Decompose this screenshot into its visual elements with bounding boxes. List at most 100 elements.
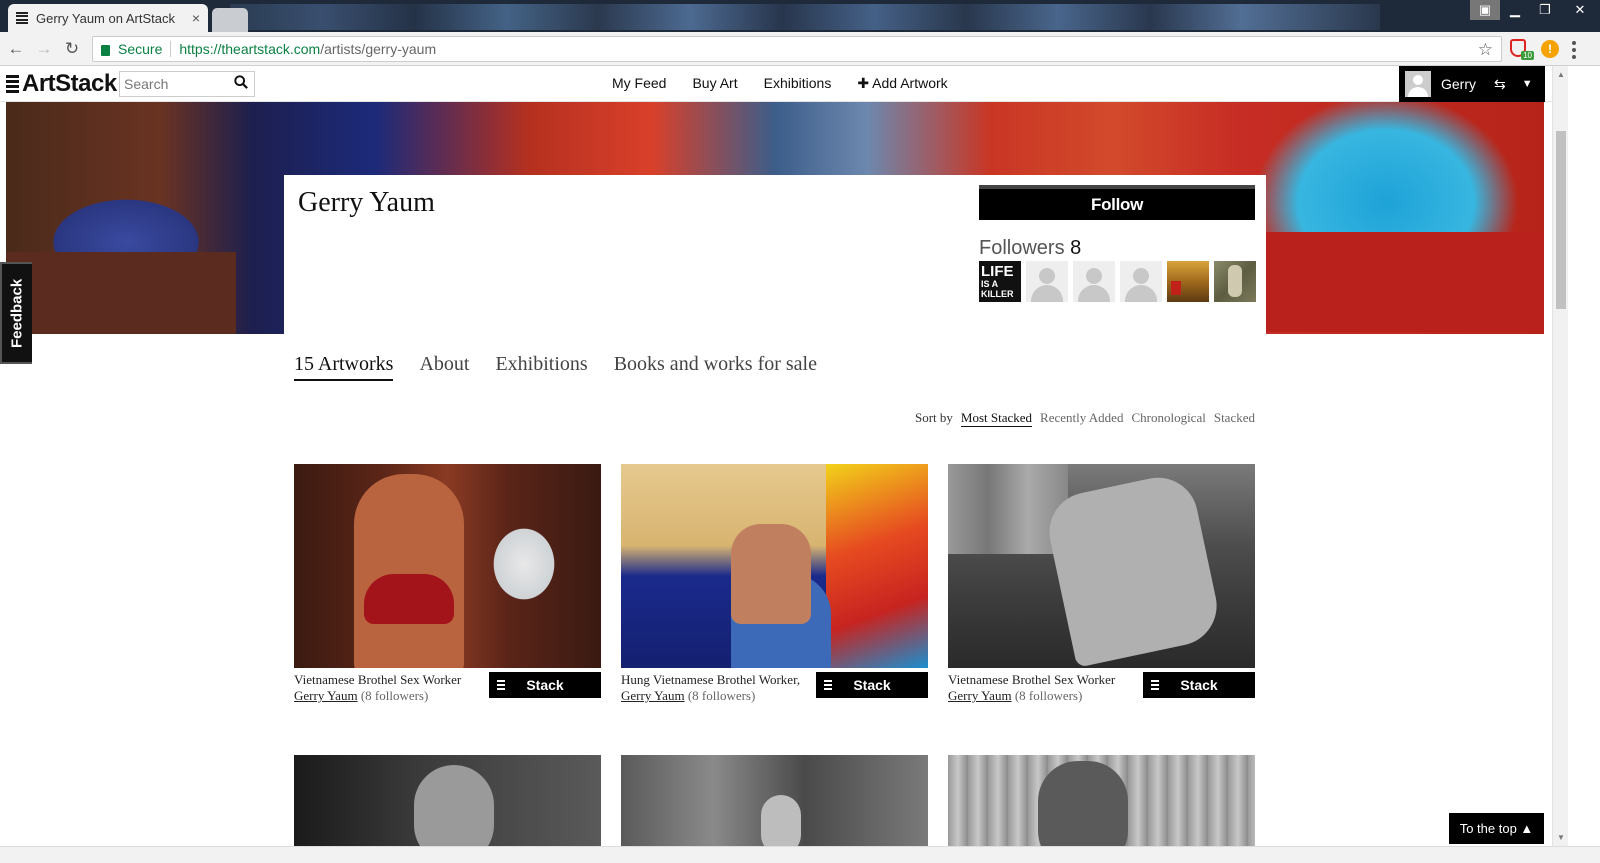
tab-books[interactable]: Books and works for sale: [614, 353, 817, 381]
follow-button[interactable]: Follow: [979, 185, 1255, 220]
profile-icon[interactable]: ▣: [1470, 0, 1500, 20]
artwork-image[interactable]: [948, 464, 1255, 668]
user-name: Gerry: [1441, 76, 1476, 92]
nav-buy-art[interactable]: Buy Art: [692, 75, 737, 92]
scrollbar-thumb[interactable]: [1556, 131, 1566, 309]
browser-tab-active[interactable]: Gerry Yaum on ArtStack ×: [8, 4, 208, 32]
stack-icon: [1151, 680, 1159, 690]
artwork-image[interactable]: [621, 464, 928, 668]
bookmark-star-icon[interactable]: ☆: [1478, 40, 1493, 60]
window-controls: ▣ ▁ ❐ ✕: [1470, 0, 1600, 20]
browser-menu-icon[interactable]: [1572, 41, 1576, 59]
stack-icon: [497, 680, 505, 690]
search-box: [119, 71, 255, 97]
artwork-image[interactable]: [294, 755, 601, 846]
lock-icon: [101, 44, 110, 56]
address-bar: ← → ↻ Secure https://theartstack.com/art…: [0, 32, 1600, 66]
back-arrow-icon[interactable]: ←: [6, 39, 26, 59]
sort-bar: Sort by Most Stacked Recently Added Chro…: [915, 410, 1255, 427]
nav-my-feed[interactable]: My Feed: [612, 75, 666, 92]
stack-label: Stack: [526, 677, 564, 693]
stack-button[interactable]: Stack: [816, 672, 928, 698]
artist-link[interactable]: Gerry Yaum: [294, 688, 358, 703]
artist-link[interactable]: Gerry Yaum: [621, 688, 685, 703]
secure-label: Secure: [118, 41, 163, 57]
profile-card: Gerry Yaum Follow Followers 8 LIFE IS A …: [284, 175, 1266, 334]
artist-followers: (8 followers): [360, 688, 429, 703]
window-close-icon[interactable]: ✕: [1560, 0, 1600, 20]
follower-avatar[interactable]: [1214, 261, 1256, 302]
sort-chronological[interactable]: Chronological: [1131, 410, 1205, 427]
artwork-meta: Vietnamese Brothel Sex Worker Gerry Yaum…: [948, 672, 1255, 708]
follower-avatar[interactable]: LIFE IS A KILLER: [979, 261, 1021, 302]
minimize-icon[interactable]: ▁: [1500, 0, 1530, 20]
artwork-card: [948, 755, 1255, 846]
search-input[interactable]: [120, 73, 228, 95]
to-top-button[interactable]: To the top ▲: [1449, 813, 1544, 844]
close-tab-icon[interactable]: ×: [192, 10, 200, 26]
artwork-card: Vietnamese Brothel Sex Worker Gerry Yaum…: [948, 464, 1255, 708]
follower-avatar[interactable]: [1026, 261, 1068, 302]
artwork-card: Vietnamese Brothel Sex Worker Gerry Yaum…: [294, 464, 601, 708]
artwork-meta: Vietnamese Brothel Sex Worker Gerry Yaum…: [294, 672, 601, 708]
stack-label: Stack: [853, 677, 891, 693]
artwork-title[interactable]: Hung Vietnamese Brothel Worker,: [621, 672, 811, 688]
tab-exhibitions[interactable]: Exhibitions: [495, 353, 587, 381]
sort-stacked[interactable]: Stacked: [1214, 410, 1255, 427]
tab-about[interactable]: About: [419, 353, 469, 381]
stack-button[interactable]: Stack: [489, 672, 601, 698]
artwork-image[interactable]: [948, 755, 1255, 846]
stack-label: Stack: [1180, 677, 1218, 693]
followers-heading[interactable]: Followers 8: [979, 237, 1081, 260]
browser-tab-new[interactable]: [212, 8, 248, 32]
reload-icon[interactable]: ↻: [62, 39, 82, 59]
url-input[interactable]: Secure https://theartstack.com/artists/g…: [92, 36, 1502, 62]
stack-button[interactable]: Stack: [1143, 672, 1255, 698]
artstack-logo[interactable]: ArtStack: [6, 70, 117, 98]
artist-followers: (8 followers): [687, 688, 756, 703]
follower-avatar[interactable]: [1120, 261, 1162, 302]
scroll-up-icon[interactable]: ▲: [1557, 70, 1565, 79]
artwork-meta: Hung Vietnamese Brothel Worker, Gerry Ya…: [621, 672, 928, 708]
omnibox-separator: [170, 41, 172, 57]
nav-exhibitions[interactable]: Exhibitions: [764, 75, 832, 92]
follower-avatar[interactable]: [1167, 261, 1209, 302]
menu-bars-icon: [6, 75, 19, 93]
logo-text: ArtStack: [22, 70, 117, 97]
stack-icon: [824, 680, 832, 690]
url-host: https://theartstack.com: [179, 41, 321, 57]
followers-label: Followers: [979, 237, 1065, 259]
scroll-down-icon[interactable]: ▼: [1557, 833, 1565, 842]
alert-extension-icon[interactable]: !: [1541, 40, 1559, 58]
artwork-card: Hung Vietnamese Brothel Worker, Gerry Ya…: [621, 464, 928, 708]
sort-most-stacked[interactable]: Most Stacked: [960, 410, 1033, 427]
page-scrollbar[interactable]: ▲ ▼: [1552, 66, 1568, 846]
forward-arrow-icon[interactable]: →: [34, 39, 54, 59]
artwork-image[interactable]: [621, 755, 928, 846]
artwork-card: [294, 755, 601, 846]
search-icon[interactable]: [234, 75, 248, 89]
user-avatar: [1405, 71, 1431, 97]
restore-icon[interactable]: ❐: [1530, 0, 1560, 20]
followers-count: 8: [1070, 237, 1082, 259]
user-menu[interactable]: Gerry ⇆ ▼: [1399, 66, 1545, 102]
follower-avatar[interactable]: [1073, 261, 1115, 302]
artist-followers: (8 followers): [1014, 688, 1083, 703]
chevron-down-icon[interactable]: ▼: [1522, 78, 1533, 90]
nav-add-artwork[interactable]: ✚ Add Artwork: [857, 75, 947, 92]
feedback-tab[interactable]: Feedback: [0, 262, 32, 364]
artstack-favicon-icon: [16, 12, 28, 24]
extension-badge: 10: [1521, 51, 1534, 60]
artist-name: Gerry Yaum: [298, 187, 435, 218]
tab-title: Gerry Yaum on ArtStack: [36, 10, 175, 26]
artwork-title[interactable]: Vietnamese Brothel Sex Worker: [294, 672, 484, 688]
tab-artworks[interactable]: 15 Artworks: [294, 353, 394, 381]
sort-recently-added[interactable]: Recently Added: [1040, 410, 1123, 427]
artist-link[interactable]: Gerry Yaum: [948, 688, 1012, 703]
profile-tabs: 15 Artworks About Exhibitions Books and …: [294, 353, 817, 381]
switch-account-icon[interactable]: ⇆: [1494, 76, 1506, 93]
artwork-title[interactable]: Vietnamese Brothel Sex Worker: [948, 672, 1138, 688]
main-nav: My Feed Buy Art Exhibitions ✚ Add Artwor…: [612, 75, 948, 92]
artwork-image[interactable]: [294, 464, 601, 668]
shield-extension-icon[interactable]: 10: [1510, 39, 1534, 60]
